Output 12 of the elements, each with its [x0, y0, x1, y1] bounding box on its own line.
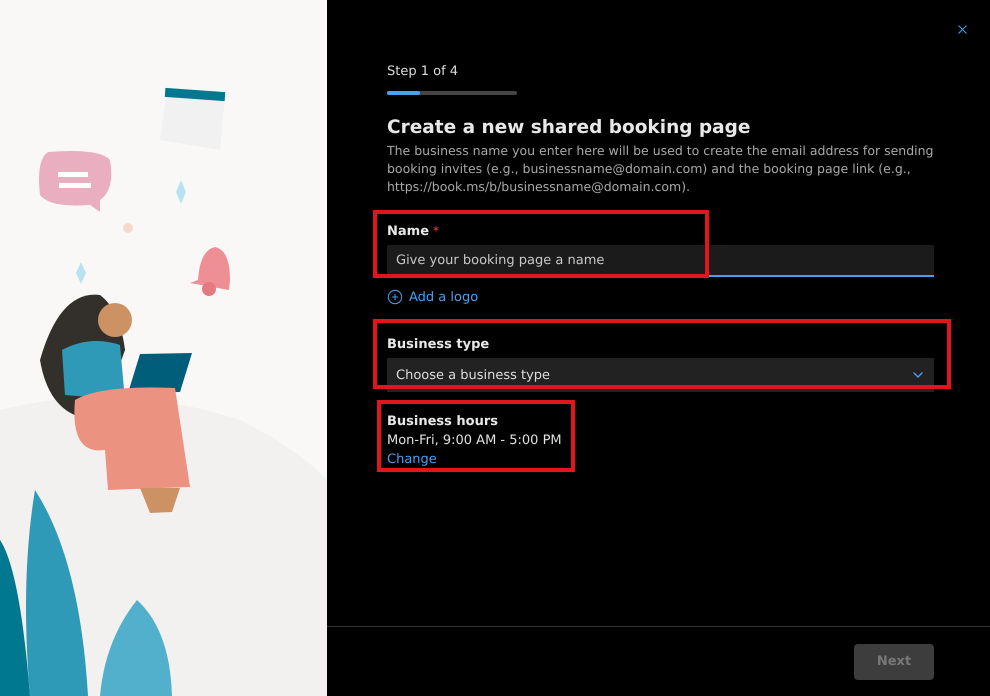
input-field[interactable]: Give your booking page a name — [387, 245, 934, 277]
description-text: The business name you enter here will be used to create the email address for sending booking invites (e.g., businessname@domain.com) and the booking page link (e.g., https://book.ms/b/businessname@domain.com). — [387, 142, 934, 196]
required-mark: * — [433, 224, 440, 238]
step-label: Step 1 of 4 — [387, 64, 460, 79]
page-title: Create a new shared booking page — [387, 117, 752, 138]
change-link[interactable]: Change — [387, 452, 437, 467]
plus-circle-icon — [387, 289, 403, 305]
field-label: Business hours — [387, 414, 498, 429]
business-hours-value: Mon-Fri, 9:00 AM - 5:00 PM — [387, 433, 563, 448]
add-logo-link[interactable]: Add a logo — [387, 289, 478, 305]
field-label: Name — [387, 224, 430, 239]
field-label: Business type — [387, 337, 490, 352]
